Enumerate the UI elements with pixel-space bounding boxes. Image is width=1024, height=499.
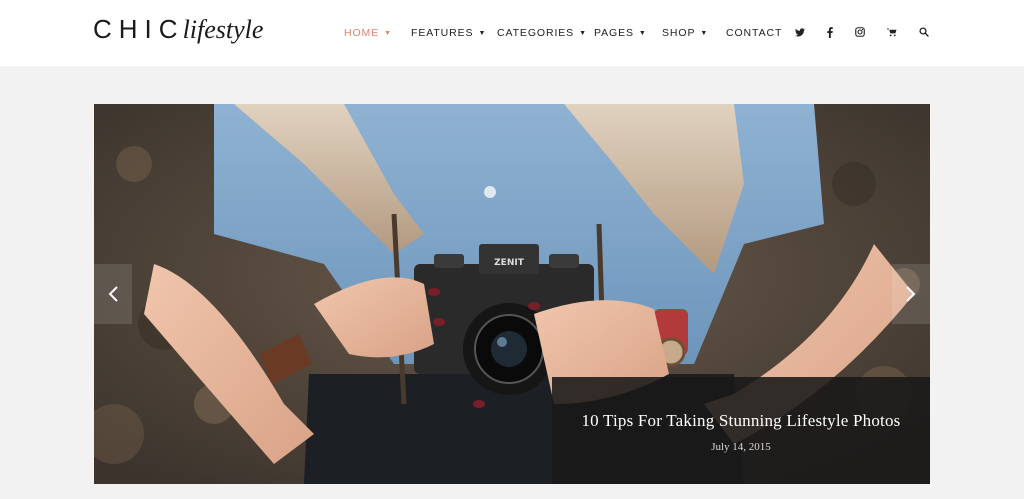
chevron-left-icon — [108, 286, 118, 302]
search-icon[interactable] — [916, 24, 932, 40]
nav-item-contact[interactable]: CONTACT — [726, 26, 782, 40]
site-header: CHIC lifestyle HOME ▼ FEATURES ▼ CATEGORIE… — [0, 0, 1024, 66]
featured-slider[interactable]: ZENIT 10 Tips For Taking Stunning Lifest… — [94, 104, 930, 484]
slide-date: July 14, 2015 — [711, 441, 771, 453]
caret-down-icon: ▼ — [384, 30, 392, 37]
nav-item-label: SHOP — [662, 27, 696, 39]
nav-item-categories[interactable]: CATEGORIES ▼ — [497, 26, 587, 40]
cart-icon[interactable] — [884, 24, 900, 40]
nav-item-features[interactable]: FEATURES ▼ — [411, 26, 486, 40]
facebook-icon[interactable] — [822, 24, 838, 40]
nav-item-shop[interactable]: SHOP ▼ — [662, 26, 708, 40]
caret-down-icon: ▼ — [579, 30, 587, 37]
twitter-icon[interactable] — [792, 24, 808, 40]
logo-tagline: lifestyle — [182, 15, 264, 44]
site-logo[interactable]: CHIC lifestyle — [93, 14, 263, 50]
slide-caption[interactable]: 10 Tips For Taking Stunning Lifestyle Ph… — [552, 377, 930, 484]
nav-item-home[interactable]: HOME ▼ — [344, 26, 392, 40]
caret-down-icon: ▼ — [700, 30, 709, 37]
caret-down-icon: ▼ — [638, 30, 647, 37]
slider-next-button[interactable] — [892, 264, 930, 324]
svg-text:ZENIT: ZENIT — [494, 258, 525, 268]
nav-item-label: CATEGORIES — [497, 27, 575, 39]
caret-down-icon: ▼ — [478, 30, 487, 37]
chevron-right-icon — [906, 286, 916, 302]
nav-item-label: CONTACT — [726, 27, 783, 39]
nav-item-label: FEATURES — [411, 27, 474, 39]
nav-item-label: PAGES — [594, 27, 634, 39]
slider-prev-button[interactable] — [94, 264, 132, 324]
nav-item-label: HOME — [344, 27, 380, 39]
logo-wordmark: CHIC — [93, 14, 185, 44]
nav-item-pages[interactable]: PAGES ▼ — [594, 26, 647, 40]
instagram-icon[interactable] — [852, 24, 868, 40]
slide-title[interactable]: 10 Tips For Taking Stunning Lifestyle Ph… — [552, 411, 930, 431]
